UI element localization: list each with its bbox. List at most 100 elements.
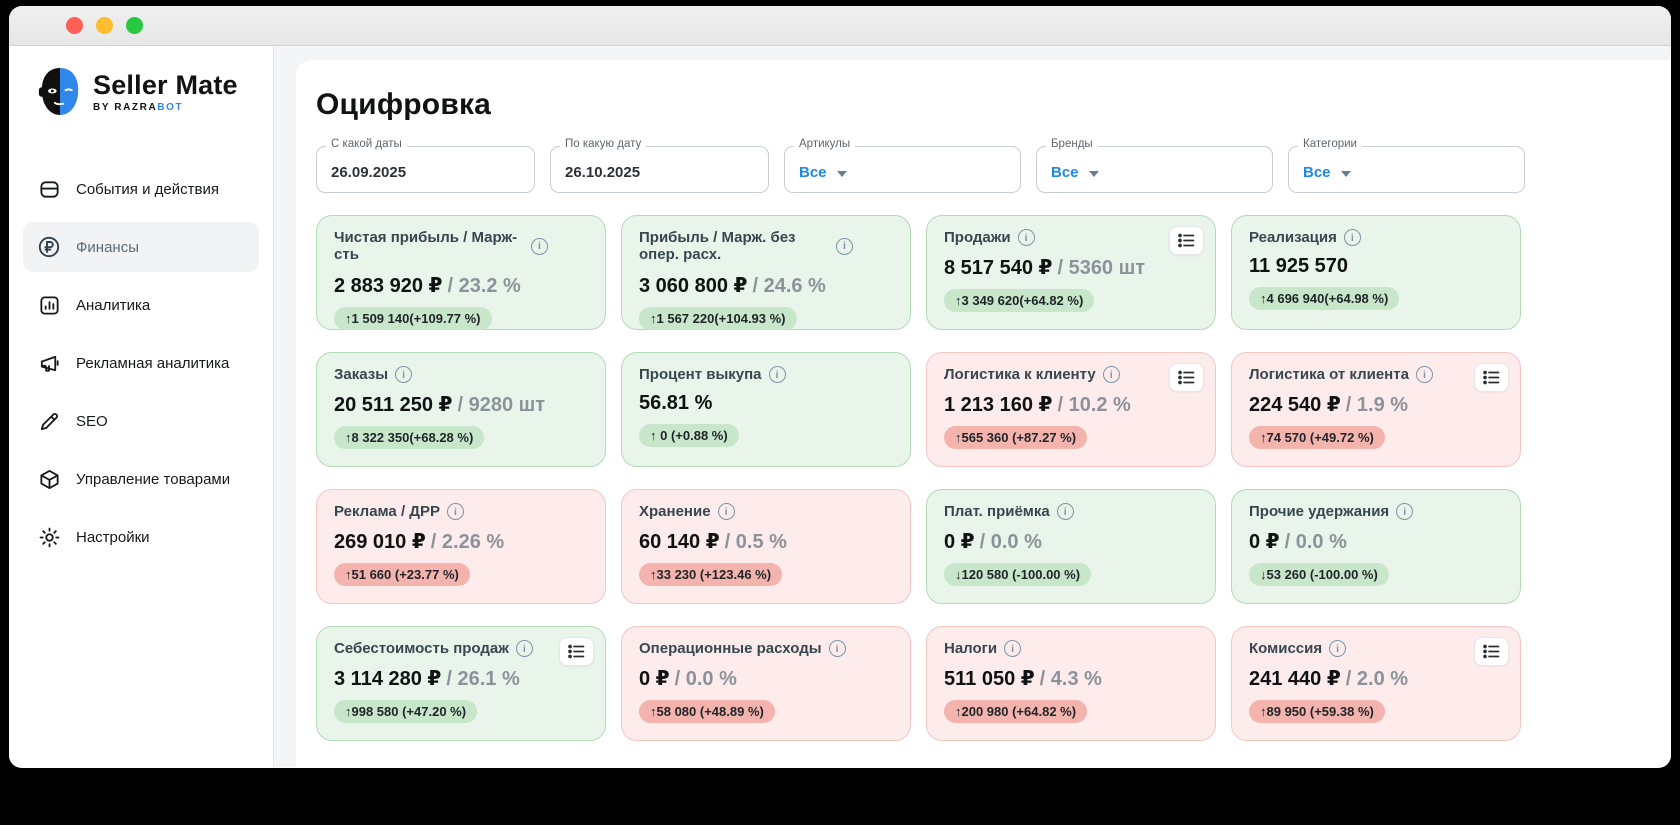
- card-title: Процент выкупа: [639, 366, 893, 383]
- card-title: Заказы: [334, 366, 588, 383]
- info-icon[interactable]: [1103, 366, 1120, 383]
- card-title: Чистая прибыль / Марж-сть: [334, 229, 588, 264]
- metric-card-advertising: Реклама / ДРР 269 010 ₽/ 2.26 % ↑51 660 …: [316, 489, 606, 604]
- card-title: Прибыль / Марж. без опер. расх.: [639, 229, 893, 264]
- sidebar-item-label: Настройки: [76, 529, 150, 546]
- articles-select[interactable]: Артикулы Все: [784, 146, 1021, 193]
- delta-badge: ↑58 080 (+48.89 %): [639, 700, 775, 723]
- field-label: Артикулы: [794, 138, 855, 150]
- sidebar-nav: События и действия Финансы: [23, 164, 259, 562]
- card-value: 3 114 280 ₽/ 26.1 %: [334, 666, 588, 691]
- metric-card-operating-expenses: Операционные расходы 0 ₽/ 0.0 % ↑58 080 …: [621, 626, 911, 741]
- info-icon[interactable]: [836, 238, 853, 255]
- chevron-down-icon: [1089, 171, 1099, 177]
- brands-select[interactable]: Бренды Все: [1036, 146, 1273, 193]
- card-value: 1 213 160 ₽/ 10.2 %: [944, 392, 1198, 417]
- delta-badge: ↑565 360 (+87.27 %): [944, 426, 1087, 449]
- info-icon[interactable]: [531, 238, 548, 255]
- sidebar-item-finances[interactable]: Финансы: [23, 222, 259, 272]
- card-title: Себестоимость продаж: [334, 640, 588, 657]
- close-window-button[interactable]: [66, 17, 83, 34]
- sidebar-item-seo[interactable]: SEO: [23, 396, 259, 446]
- metric-card-logistics-from-client: Логистика от клиента 224 540 ₽/ 1.9 % ↑7…: [1231, 352, 1521, 467]
- megaphone-icon: [37, 351, 61, 375]
- card-title: Реализация: [1249, 229, 1503, 246]
- card-details-list-button[interactable]: [1169, 226, 1204, 255]
- card-value: 56.81 %: [639, 392, 893, 415]
- card-title: Логистика к клиенту: [944, 366, 1198, 383]
- card-value: 0 ₽/ 0.0 %: [639, 666, 893, 691]
- card-details-list-button[interactable]: [1474, 637, 1509, 666]
- info-icon[interactable]: [1018, 229, 1035, 246]
- metric-card-commission: Комиссия 241 440 ₽/ 2.0 % ↑89 950 (+59.3…: [1231, 626, 1521, 741]
- card-value: 60 140 ₽/ 0.5 %: [639, 529, 893, 554]
- sidebar-item-label: Управление товарами: [76, 471, 230, 488]
- info-icon[interactable]: [516, 640, 533, 657]
- app-logo: Seller Mate BY RAZRABOT: [23, 60, 259, 118]
- metric-card-net-profit: Чистая прибыль / Марж-сть 2 883 920 ₽/ 2…: [316, 215, 606, 330]
- info-icon[interactable]: [1329, 640, 1346, 657]
- metric-card-other-deductions: Прочие удержания 0 ₽/ 0.0 % ↓53 260 (-10…: [1231, 489, 1521, 604]
- card-value: 20 511 250 ₽/ 9280 шт: [334, 392, 588, 417]
- filters-bar: С какой даты 26.09.2025 По какую дату 26…: [316, 146, 1651, 193]
- card-value: 8 517 540 ₽/ 5360 шт: [944, 255, 1198, 280]
- field-label: С какой даты: [326, 138, 407, 150]
- info-icon[interactable]: [447, 503, 464, 520]
- main-area: Оцифровка С какой даты 26.09.2025 По как…: [274, 46, 1671, 767]
- chevron-down-icon: [1341, 171, 1351, 177]
- content-panel: Оцифровка С какой даты 26.09.2025 По как…: [296, 60, 1671, 767]
- info-icon[interactable]: [769, 366, 786, 383]
- minimize-window-button[interactable]: [96, 17, 113, 34]
- articles-value: Все: [799, 164, 827, 181]
- info-icon[interactable]: [1396, 503, 1413, 520]
- card-title: Налоги: [944, 640, 1198, 657]
- info-icon[interactable]: [829, 640, 846, 657]
- info-icon[interactable]: [1057, 503, 1074, 520]
- delta-badge: ↑200 980 (+64.82 %): [944, 700, 1087, 723]
- info-icon[interactable]: [718, 503, 735, 520]
- sidebar-item-settings[interactable]: Настройки: [23, 512, 259, 562]
- date-from-value: 26.09.2025: [331, 164, 406, 181]
- sidebar-item-events[interactable]: События и действия: [23, 164, 259, 214]
- info-icon[interactable]: [1004, 640, 1021, 657]
- info-icon[interactable]: [1344, 229, 1361, 246]
- card-details-list-button[interactable]: [559, 637, 594, 666]
- sidebar-item-products[interactable]: Управление товарами: [23, 454, 259, 504]
- metric-card-storage: Хранение 60 140 ₽/ 0.5 % ↑33 230 (+123.4…: [621, 489, 911, 604]
- sidebar-item-label: Рекламная аналитика: [76, 355, 229, 372]
- card-title: Реклама / ДРР: [334, 503, 588, 520]
- card-value: 269 010 ₽/ 2.26 %: [334, 529, 588, 554]
- metric-card-realization: Реализация 11 925 570 ↑4 696 940(+64.98 …: [1231, 215, 1521, 330]
- card-title: Прочие удержания: [1249, 503, 1503, 520]
- date-to-field[interactable]: По какую дату 26.10.2025: [550, 146, 769, 193]
- info-icon[interactable]: [395, 366, 412, 383]
- delta-badge: ↑89 950 (+59.38 %): [1249, 700, 1385, 723]
- metrics-grid: Чистая прибыль / Марж-сть 2 883 920 ₽/ 2…: [316, 215, 1521, 741]
- ruble-circle-icon: [37, 235, 61, 259]
- package-icon: [37, 467, 61, 491]
- metric-card-taxes: Налоги 511 050 ₽/ 4.3 % ↑200 980 (+64.82…: [926, 626, 1216, 741]
- sidebar-item-analytics[interactable]: Аналитика: [23, 280, 259, 330]
- card-value: 0 ₽/ 0.0 %: [944, 529, 1198, 554]
- card-title: Операционные расходы: [639, 640, 893, 657]
- delta-badge: ↑998 580 (+47.20 %): [334, 700, 477, 723]
- metric-card-paid-acceptance: Плат. приёмка 0 ₽/ 0.0 % ↓120 580 (-100.…: [926, 489, 1216, 604]
- sidebar-item-ad-analytics[interactable]: Рекламная аналитика: [23, 338, 259, 388]
- brands-value: Все: [1051, 164, 1079, 181]
- bar-chart-icon: [37, 293, 61, 317]
- sidebar-item-label: События и действия: [76, 181, 219, 198]
- card-details-list-button[interactable]: [1474, 363, 1509, 392]
- delta-badge: ↑1 567 220(+104.93 %): [639, 307, 797, 330]
- info-icon[interactable]: [1416, 366, 1433, 383]
- card-details-list-button[interactable]: [1169, 363, 1204, 392]
- categories-select[interactable]: Категории Все: [1288, 146, 1525, 193]
- maximize-window-button[interactable]: [126, 17, 143, 34]
- logo-title: Seller Mate: [93, 72, 238, 99]
- delta-badge: ↓120 580 (-100.00 %): [944, 563, 1091, 586]
- logo-face-icon: [37, 66, 83, 118]
- delta-badge: ↑74 570 (+49.72 %): [1249, 426, 1385, 449]
- date-from-field[interactable]: С какой даты 26.09.2025: [316, 146, 535, 193]
- delta-badge: ↑51 660 (+23.77 %): [334, 563, 470, 586]
- field-label: По какую дату: [560, 138, 646, 150]
- delta-badge: ↑4 696 940(+64.98 %): [1249, 287, 1399, 310]
